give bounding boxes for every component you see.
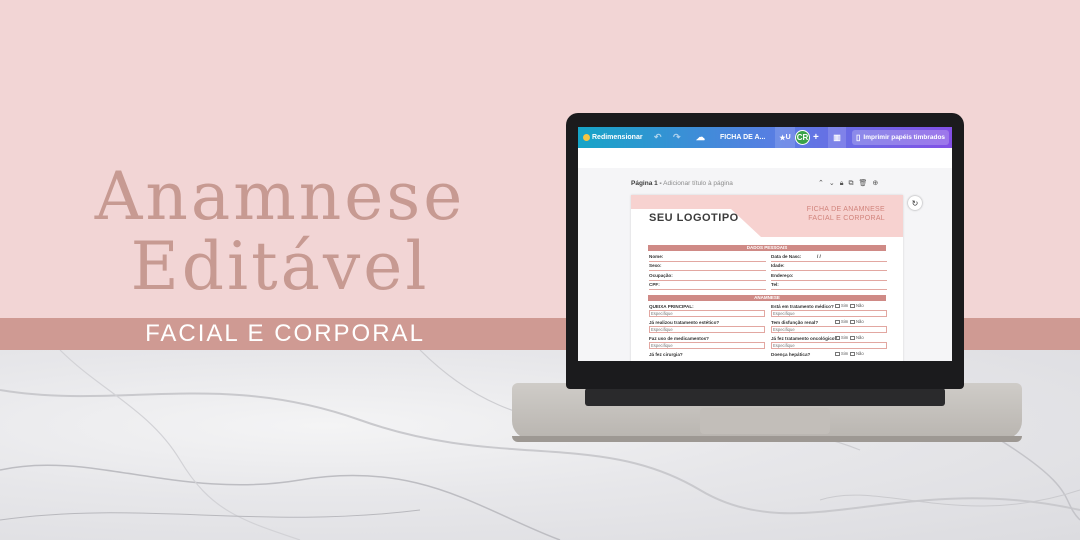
hero-subtitle: FACIAL E CORPORAL	[145, 320, 425, 347]
checkbox-icon	[850, 303, 855, 308]
question-hepatic: Doença hepática?	[771, 352, 811, 357]
checkbox-icon	[850, 351, 855, 356]
checkbox-icon	[835, 335, 840, 340]
field-birthdate-label: Data de Nasc:	[771, 254, 802, 259]
field-age-line[interactable]	[771, 270, 887, 271]
field-phone-line[interactable]	[771, 289, 887, 290]
checkbox-yes[interactable]: Sim	[835, 335, 848, 340]
no-label: Não	[856, 335, 864, 340]
hero-title-line1: Anamnese	[94, 158, 466, 235]
undo-icon[interactable]: ↶	[654, 127, 662, 148]
resize-label: Redimensionar	[592, 134, 643, 141]
chevron-up-icon[interactable]: ⌃	[818, 180, 829, 187]
no-label: Não	[856, 303, 864, 308]
editor-subbar	[578, 148, 952, 168]
cloud-save-icon[interactable]: ☁	[696, 127, 705, 148]
question-medical-treatment: Está em tratamento médico?	[771, 304, 834, 309]
field-birthdate-slashes: / /	[817, 254, 821, 259]
laptop-screen: Redimensionar ↶ ↷ ☁ FICHA DE A... ★ U CR…	[578, 127, 952, 361]
field-address-line[interactable]	[771, 280, 887, 281]
document-page[interactable]: SEU LOGOTIPO FICHA DE ANAMNESE FACIAL E …	[631, 195, 903, 361]
page-label: Página 1 -	[631, 180, 662, 187]
add-collaborator-button[interactable]: +	[813, 127, 819, 148]
yes-label: Sim	[841, 351, 849, 356]
field-age-label: Idade:	[771, 263, 785, 268]
field-address-label: Endereço:	[771, 273, 794, 278]
section-personal-data: DADOS PESSOAIS	[648, 245, 886, 251]
yes-label: Sim	[841, 335, 849, 340]
field-name-label: Nome:	[649, 254, 664, 259]
page-controls: ⌃⌄🔒︎⧉🗑︎⊕	[818, 179, 883, 188]
specify-field[interactable]: Especifique	[649, 310, 765, 317]
form-title: FICHA DE ANAMNESE	[806, 206, 885, 213]
laptop-keyboard	[585, 388, 945, 406]
checkbox-yes[interactable]: Sim	[835, 303, 848, 308]
question-oncology: Já fez tratamento oncológico?	[771, 336, 838, 341]
crown-icon	[583, 134, 590, 141]
resize-button[interactable]: Redimensionar	[583, 127, 643, 148]
checkbox-icon	[850, 335, 855, 340]
star-label: U	[785, 134, 791, 141]
section-anamnese: ANAMNESE	[648, 295, 886, 301]
avatar[interactable]: CR	[795, 130, 810, 145]
field-phone-label: Tel:	[771, 282, 779, 287]
page-header: Página 1 - Adicionar título à página	[631, 180, 733, 187]
checkbox-no[interactable]: Não	[850, 303, 864, 308]
laptop-trackpad	[700, 408, 830, 434]
specify-field[interactable]: Especifique	[771, 342, 887, 349]
field-cpf-label: CPF:	[649, 282, 660, 287]
checkbox-icon	[835, 303, 840, 308]
specify-field[interactable]: Especifique	[649, 326, 765, 333]
checkbox-no[interactable]: Não	[850, 319, 864, 324]
specify-field[interactable]: Especifique	[771, 310, 887, 317]
question-surgery: Já fez cirurgia?	[649, 352, 683, 357]
no-label: Não	[856, 319, 864, 324]
trash-icon[interactable]: 🗑︎	[858, 180, 872, 187]
editor-toolbar: Redimensionar ↶ ↷ ☁ FICHA DE A... ★ U CR…	[578, 127, 952, 148]
add-page-title[interactable]: Adicionar título à página	[663, 180, 733, 187]
field-occupation-line[interactable]	[649, 280, 766, 281]
chevron-down-icon[interactable]: ⌄	[829, 180, 840, 187]
checkbox-no[interactable]: Não	[850, 335, 864, 340]
checkbox-icon	[835, 351, 840, 356]
print-label: Imprimir papéis timbrados	[863, 134, 946, 141]
field-cpf-line[interactable]	[649, 289, 766, 290]
checkbox-yes[interactable]: Sim	[835, 351, 848, 356]
refresh-icon[interactable]: ↻	[908, 196, 922, 210]
form-subtitle: FACIAL E CORPORAL	[808, 215, 885, 222]
document-header: SEU LOGOTIPO FICHA DE ANAMNESE FACIAL E …	[631, 195, 903, 237]
question-main-complaint: QUEIXA PRINCIPAL:	[649, 304, 694, 309]
checkbox-yes[interactable]: Sim	[835, 319, 848, 324]
field-sex-line[interactable]	[649, 270, 766, 271]
specify-field[interactable]: Especifique	[649, 342, 765, 349]
duplicate-icon[interactable]: ⧉	[848, 180, 858, 187]
checkbox-icon	[835, 319, 840, 324]
logo-placeholder: SEU LOGOTIPO	[649, 212, 739, 224]
field-name-line[interactable]	[649, 261, 766, 262]
hero-title-line2: Editável	[130, 228, 430, 305]
yes-label: Sim	[841, 303, 849, 308]
file-name[interactable]: FICHA DE A...	[720, 127, 765, 148]
field-sex-label: Sexo:	[649, 263, 662, 268]
question-medications: Faz uso de medicamentos?	[649, 336, 709, 341]
star-button[interactable]: ★ U	[775, 127, 795, 148]
question-renal: Tem disfunção renal?	[771, 320, 819, 325]
insights-icon[interactable]: ▥	[828, 127, 846, 148]
field-birthdate-line[interactable]	[771, 261, 887, 262]
no-label: Não	[856, 351, 864, 356]
checkbox-no[interactable]: Não	[850, 351, 864, 356]
field-occupation-label: Ocupação:	[649, 273, 673, 278]
laptop-edge	[512, 436, 1022, 442]
checkbox-icon	[850, 319, 855, 324]
add-page-icon[interactable]: ⊕	[872, 180, 883, 187]
question-aesthetic-treatment: Já realizou tratamento estético?	[649, 320, 720, 325]
document-icon: ▯	[856, 133, 861, 142]
print-letterhead-button[interactable]: ▯ Imprimir papéis timbrados	[852, 130, 950, 145]
specify-field[interactable]: Especifique	[771, 326, 887, 333]
redo-icon[interactable]: ↷	[673, 127, 681, 148]
yes-label: Sim	[841, 319, 849, 324]
